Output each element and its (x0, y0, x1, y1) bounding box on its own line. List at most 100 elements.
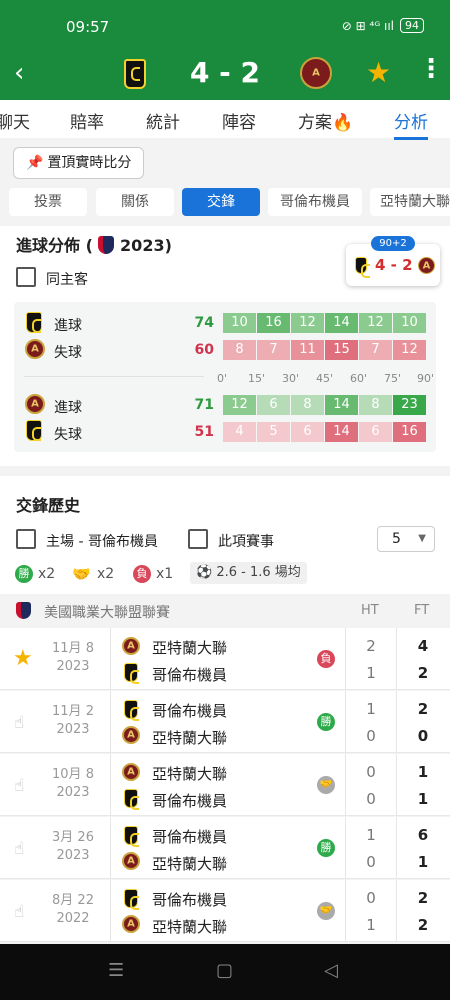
subtab-vote[interactable]: 投票 (9, 188, 87, 216)
same-home-away-checkbox[interactable] (16, 267, 36, 287)
away-team-name: 哥倫布機員 (152, 792, 228, 810)
match-row[interactable]: ☝ 8月 22 2022 哥倫布機員 亞特蘭大聯 🤝 0 1 2 2 (0, 880, 450, 942)
draw-handshake-icon: 🤝 (317, 902, 335, 920)
ht-home-score: 0 (366, 763, 376, 781)
match-date: 10月 8 2023 (42, 766, 104, 802)
subtab-h2h[interactable]: 交鋒 (182, 188, 260, 216)
atlanta-united-logo-icon (25, 339, 45, 359)
divider (110, 691, 111, 752)
scored-cell: 6 (257, 395, 290, 415)
match-row[interactable]: ★ 11月 8 2023 亞特蘭大聯 哥倫布機員 負 2 1 4 2 (0, 628, 450, 690)
match-count-value: 5 (392, 531, 401, 547)
h2h-title: 交鋒歷史 (16, 496, 81, 515)
match-row[interactable]: ☝ 3月 26 2023 哥倫布機員 亞特蘭大聯 勝 1 0 6 1 (0, 817, 450, 879)
home-team-name: 哥倫布機員 (152, 891, 228, 909)
main-tabs: 聊天 賠率 統計 陣容 方案🔥 分析 (0, 100, 450, 140)
conceded-cell: 7 (257, 340, 290, 360)
average-goals-text: 2.6 - 1.6 場均 (216, 565, 301, 580)
star-icon[interactable]: ★ (13, 646, 33, 671)
tab-chat[interactable]: 聊天 (0, 108, 30, 133)
pin-button-label: 置頂實時比分 (47, 155, 132, 171)
conceded-cell: 4 (223, 422, 256, 442)
away-team-name: 亞特蘭大聯 (152, 918, 228, 936)
scored-total: 71 (194, 397, 214, 413)
match-date-year: 2023 (56, 659, 90, 674)
divider (110, 880, 111, 941)
scored-total: 74 (194, 315, 214, 331)
tab-lineup[interactable]: 陣容 (222, 108, 256, 133)
live-score-box[interactable]: 90+2 4 - 2 (346, 236, 440, 286)
match-date-year: 2022 (56, 911, 90, 926)
home-team-name: 哥倫布機員 (152, 702, 228, 720)
ht-away-score: 0 (366, 727, 376, 745)
battery-icon: 94 (400, 18, 424, 33)
subtab-relation[interactable]: 關係 (96, 188, 174, 216)
tick-label: 30' (282, 372, 300, 385)
subtab-atlanta[interactable]: 亞特蘭大聯 (370, 188, 450, 216)
tab-analysis[interactable]: 分析 (394, 108, 428, 140)
scored-label: 進球 (54, 318, 82, 334)
status-time: 09:57 (66, 18, 110, 36)
columbus-crew-logo-icon (26, 312, 42, 333)
chevron-down-icon: ▼ (418, 533, 426, 544)
match-row[interactable]: ☝ 10月 8 2023 亞特蘭大聯 哥倫布機員 🤝 0 0 1 1 (0, 754, 450, 816)
more-menu-icon[interactable]: ⋮ (418, 54, 444, 84)
divider (396, 691, 397, 752)
system-nav-bar: ☰ ▢ ◁ (0, 944, 450, 1000)
status-icons: ⊘ ⊞ ⁴ᴳ ııl 94 (342, 18, 424, 33)
ft-home-score: 4 (417, 637, 429, 655)
conceded-cell: 16 (393, 422, 426, 442)
same-home-away-label: 同主客 (46, 272, 88, 288)
ft-home-score: 6 (417, 826, 429, 844)
handshake-icon: 🤝 (72, 565, 91, 583)
favorite-star-icon[interactable]: ★ (366, 56, 391, 89)
conceded-cell: 15 (325, 340, 358, 360)
scored-cell: 8 (291, 395, 324, 415)
match-count-select[interactable]: 5 ▼ (377, 526, 435, 552)
back-nav-icon[interactable]: ◁ (324, 960, 338, 981)
scored-label: 進球 (54, 400, 82, 416)
win-badge: 勝 (317, 839, 335, 857)
divider (345, 628, 346, 689)
tab-stats[interactable]: 統計 (146, 108, 180, 133)
scored-cell: 23 (393, 395, 426, 415)
subtab-columbus[interactable]: 哥倫布機員 (268, 188, 362, 216)
pin-live-score-button[interactable]: 📌 置頂實時比分 (13, 147, 145, 179)
columbus-crew-logo-icon (26, 420, 42, 441)
scored-cell: 10 (223, 313, 256, 333)
divider (110, 817, 111, 878)
tab-odds[interactable]: 賠率 (70, 108, 104, 133)
tap-hand-icon: ☝ (14, 776, 25, 796)
conceded-total: 51 (194, 424, 214, 440)
tick-label: 75' (384, 372, 402, 385)
away-team-name: 亞特蘭大聯 (152, 855, 228, 873)
ft-away-score: 2 (417, 916, 429, 934)
ht-away-score: 1 (366, 916, 376, 934)
ht-home-score: 2 (366, 637, 376, 655)
ht-home-score: 0 (366, 889, 376, 907)
home-icon[interactable]: ▢ (216, 960, 233, 981)
mls-logo-icon (98, 236, 115, 254)
conceded-cell: 8 (223, 340, 256, 360)
live-minute-badge: 90+2 (371, 236, 415, 251)
match-row[interactable]: ☝ 11月 2 2023 哥倫布機員 亞特蘭大聯 勝 1 0 2 0 (0, 691, 450, 753)
goal-distribution-grid: 進球 74 101612141210 失球 60 871115712 0' 15… (14, 302, 436, 452)
match-header: ‹ 4 - 2 ★ ⋮ (0, 46, 450, 102)
ft-home-score: 2 (417, 700, 429, 718)
home-team-name: 亞特蘭大聯 (152, 765, 228, 783)
divider (345, 691, 346, 752)
atlanta-united-logo-icon (300, 57, 332, 89)
back-arrow-icon[interactable]: ‹ (14, 58, 24, 88)
goal-distribution-title-text: 進球分佈 ( (16, 236, 93, 255)
conceded-label: 失球 (54, 427, 82, 443)
tick-label: 90' (417, 372, 435, 385)
columbus-crew-logo-icon (355, 257, 370, 278)
competition-filter-checkbox[interactable] (188, 529, 208, 549)
atlanta-united-logo-icon (418, 257, 435, 274)
tab-plans[interactable]: 方案🔥 (298, 108, 353, 133)
league-name: 美國職業大聯盟聯賽 (44, 605, 170, 621)
home-filter-checkbox[interactable] (16, 529, 36, 549)
away-team-name: 亞特蘭大聯 (152, 729, 228, 747)
conceded-cell: 7 (359, 340, 392, 360)
recent-apps-icon[interactable]: ☰ (108, 960, 124, 981)
